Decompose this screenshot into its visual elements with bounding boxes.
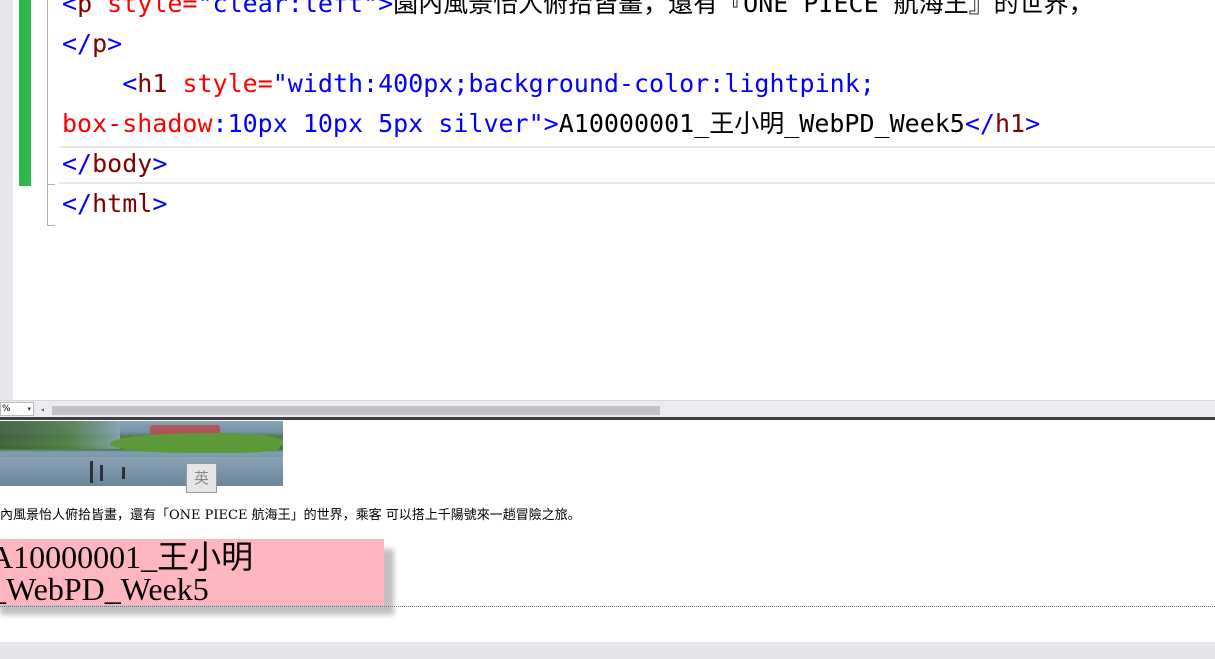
code-token: box-shadow bbox=[62, 109, 213, 138]
code-editor[interactable]: <p style="clear:left">園內風景怡人俯拾皆畫，還有『ONE … bbox=[0, 0, 1215, 400]
code-token: h1 bbox=[137, 69, 168, 98]
image-trees bbox=[0, 421, 120, 449]
code-token: </ bbox=[62, 149, 93, 178]
code-token: "clear:left" bbox=[197, 0, 379, 18]
code-line-5[interactable]: </body> bbox=[62, 144, 167, 184]
design-preview-pane: 英 內風景怡人俯拾皆畫，還有「ONE PIECE 航海王」的世界，乘客 可以搭上… bbox=[0, 420, 1215, 642]
heading-line-2: _WebPD_Week5 bbox=[0, 571, 209, 607]
code-token: > bbox=[152, 149, 168, 178]
code-token: p bbox=[77, 0, 93, 18]
image-post bbox=[100, 465, 103, 481]
code-token: > bbox=[1025, 109, 1041, 138]
code-line-4[interactable]: box-shadow:10px 10px 5px silver">A100000… bbox=[62, 104, 1040, 144]
editor-gutter bbox=[0, 0, 13, 400]
code-token: < bbox=[62, 0, 78, 18]
outline-fold-tick bbox=[47, 225, 55, 226]
code-token: < bbox=[122, 69, 138, 98]
image-water bbox=[0, 457, 283, 486]
change-indicator-bar bbox=[19, 0, 31, 186]
code-token: 園內風景怡人俯拾皆畫，還有『ONE PIECE 航海王』的世界， bbox=[393, 0, 1094, 18]
zoom-dropdown[interactable]: % ▾ bbox=[0, 402, 34, 416]
code-line-2[interactable]: </p> bbox=[62, 24, 122, 64]
body-boundary-line bbox=[0, 606, 1215, 607]
code-token: A10000001_王小明_WebPD_Week5 bbox=[558, 109, 965, 138]
code-token: </ bbox=[62, 29, 93, 58]
code-token: > bbox=[378, 0, 394, 18]
code-token: "width:400px;background-color:lightpink; bbox=[272, 69, 875, 98]
scroll-left-icon[interactable]: ◂ bbox=[40, 405, 45, 414]
image-island bbox=[110, 433, 280, 453]
scrollbar-thumb[interactable] bbox=[52, 406, 660, 415]
code-line-1[interactable]: <p style="clear:left">園內風景怡人俯拾皆畫，還有『ONE … bbox=[62, 0, 1094, 24]
code-token: html bbox=[92, 189, 153, 218]
code-token: </ bbox=[62, 189, 93, 218]
code-token: style= bbox=[92, 0, 198, 18]
image-post bbox=[90, 461, 93, 483]
code-token: :10px 10px 5px silver" bbox=[212, 109, 544, 138]
preview-paragraph: 內風景怡人俯拾皆畫，還有「ONE PIECE 航海王」的世界，乘客 可以搭上千陽… bbox=[0, 508, 581, 523]
bottom-strip bbox=[0, 642, 1215, 659]
code-token: </ bbox=[964, 109, 995, 138]
preview-heading: A10000001_王小明 _WebPD_Week5 bbox=[0, 539, 384, 605]
code-token: body bbox=[92, 149, 153, 178]
horizontal-scrollbar[interactable]: ◂ bbox=[40, 404, 1215, 415]
image-post bbox=[122, 467, 125, 479]
code-token: > bbox=[543, 109, 559, 138]
code-token: > bbox=[152, 189, 168, 218]
code-token: > bbox=[107, 29, 123, 58]
current-line-highlight bbox=[59, 146, 1215, 184]
code-token: p bbox=[92, 29, 108, 58]
ime-language-indicator[interactable]: 英 bbox=[186, 463, 217, 493]
chevron-down-icon: ▾ bbox=[27, 405, 31, 413]
zoom-value: % bbox=[2, 404, 11, 414]
outline-fold-line bbox=[47, 0, 48, 226]
heading-line-1: A10000001_王小明 bbox=[0, 539, 254, 575]
code-token: style= bbox=[167, 69, 273, 98]
code-token: h1 bbox=[994, 109, 1026, 138]
landscape-image bbox=[0, 421, 283, 486]
outline-fold-tick bbox=[47, 184, 55, 185]
editor-status-bar: % ▾ ◂ bbox=[0, 400, 1215, 417]
code-line-6[interactable]: </html> bbox=[62, 184, 167, 224]
code-line-3[interactable]: <h1 style="width:400px;background-color:… bbox=[62, 64, 875, 104]
